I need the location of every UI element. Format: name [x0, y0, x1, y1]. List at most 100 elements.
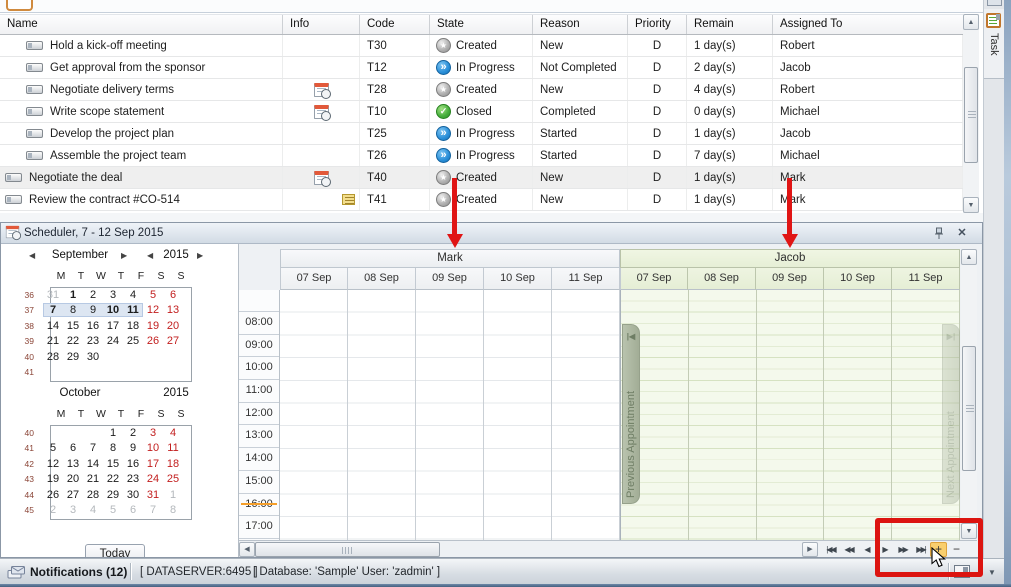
calendar-day[interactable]: 12 — [143, 303, 163, 317]
calendar-day[interactable]: 27 — [163, 334, 183, 348]
calendar-day[interactable]: 13 — [163, 303, 183, 317]
calendar-day[interactable]: 4 — [83, 503, 103, 517]
calendar-day[interactable]: 31 — [43, 288, 63, 302]
calendar-day[interactable]: 27 — [63, 488, 83, 502]
calendar-day[interactable]: 5 — [43, 441, 63, 455]
calendar-day[interactable]: 25 — [123, 334, 143, 348]
resource-name[interactable]: Mark — [280, 249, 620, 268]
calendar-day[interactable]: 25 — [163, 472, 183, 486]
calendar-day[interactable]: 8 — [103, 441, 123, 455]
day-header[interactable]: 11 Sep — [552, 268, 620, 290]
calendar-day[interactable]: 28 — [43, 350, 63, 364]
day-column[interactable] — [484, 290, 552, 540]
day-column[interactable] — [824, 290, 892, 540]
calendar-day[interactable]: 8 — [163, 503, 183, 517]
day-column[interactable] — [416, 290, 484, 540]
previous-appointment-bar[interactable]: |◀ Previous Appointment — [622, 324, 640, 504]
scroll-down-button[interactable]: ▼ — [963, 197, 979, 213]
column-header-code[interactable]: Code — [360, 15, 430, 34]
prev-year-icon[interactable]: ◀ — [147, 251, 153, 260]
day-column[interactable] — [552, 290, 620, 540]
calendar-day[interactable]: 17 — [143, 457, 163, 471]
calendar-day[interactable]: 19 — [143, 319, 163, 333]
calendar-day[interactable]: 1 — [103, 426, 123, 440]
close-icon[interactable]: ✕ — [954, 225, 970, 241]
next-year-icon[interactable]: ▶ — [197, 251, 203, 260]
calendar-day[interactable]: 2 — [83, 288, 103, 302]
task-list-icon[interactable] — [6, 0, 33, 11]
calendar-day[interactable]: 2 — [123, 426, 143, 440]
calendar-day[interactable]: 22 — [103, 472, 123, 486]
day-header[interactable]: 09 Sep — [416, 268, 484, 290]
calendar-day[interactable]: 3 — [63, 503, 83, 517]
calendar-day[interactable]: 24 — [103, 334, 123, 348]
column-header-reason[interactable]: Reason — [533, 15, 628, 34]
notifications-label[interactable]: Notifications (12) — [30, 565, 127, 579]
calendar-day[interactable]: 15 — [63, 319, 83, 333]
calendar-day[interactable]: 16 — [83, 319, 103, 333]
table-row[interactable]: Assemble the project team T26 In Progres… — [0, 145, 963, 167]
day-column[interactable] — [280, 290, 348, 540]
calendar-day[interactable]: 23 — [83, 334, 103, 348]
calendar-day[interactable]: 26 — [143, 334, 163, 348]
day-header[interactable]: 08 Sep — [348, 268, 416, 290]
day-header[interactable]: 07 Sep — [280, 268, 348, 290]
next-appointment-bar[interactable]: ▶| Next Appointment — [942, 324, 960, 504]
day-header[interactable]: 10 Sep — [824, 268, 892, 290]
calendar-day[interactable]: 29 — [103, 488, 123, 502]
calendar-day[interactable]: 17 — [103, 319, 123, 333]
calendar-day[interactable]: 13 — [63, 457, 83, 471]
table-row[interactable]: Hold a kick-off meeting T30 Created New … — [0, 35, 963, 57]
day-header[interactable]: 08 Sep — [688, 268, 756, 290]
day-header[interactable]: 07 Sep — [620, 268, 688, 290]
table-row[interactable]: Review the contract #CO-514 T41 Created … — [0, 189, 963, 211]
calendar-day[interactable]: 21 — [83, 472, 103, 486]
calendar-day[interactable]: 2 — [43, 503, 63, 517]
nav-first-button[interactable]: |◀◀ — [822, 542, 839, 557]
calendar-day[interactable]: 30 — [123, 488, 143, 502]
column-header-name[interactable]: Name — [0, 15, 283, 34]
column-header-info[interactable]: Info — [283, 15, 360, 34]
calendar-day[interactable]: 1 — [163, 488, 183, 502]
calendar-day[interactable]: 4 — [123, 288, 143, 302]
scroll-up-button[interactable]: ▲ — [963, 14, 979, 30]
column-header-priority[interactable]: Priority — [628, 15, 687, 34]
statusbar-dropdown-icon[interactable]: ▼ — [988, 568, 996, 577]
calendar-day[interactable]: 6 — [123, 503, 143, 517]
scrollbar-thumb[interactable] — [962, 346, 976, 471]
nav-prev-fast-button[interactable]: ◀◀ — [840, 542, 857, 557]
calendar-day[interactable]: 20 — [63, 472, 83, 486]
calendar-day[interactable]: 14 — [43, 319, 63, 333]
calendar-day[interactable]: 3 — [143, 426, 163, 440]
pin-button[interactable] — [931, 226, 946, 241]
calendar-day[interactable]: 3 — [103, 288, 123, 302]
calendar-day[interactable]: 9 — [83, 303, 103, 317]
calendar-day[interactable]: 11 — [123, 303, 143, 317]
calendar-day[interactable]: 21 — [43, 334, 63, 348]
tab-task[interactable]: Task — [984, 9, 1005, 79]
scrollbar-thumb[interactable] — [255, 542, 440, 557]
day-header[interactable]: 11 Sep — [892, 268, 960, 290]
day-header[interactable]: 09 Sep — [756, 268, 824, 290]
column-header-state[interactable]: State — [430, 15, 533, 34]
nav-prev-button[interactable]: ◀ — [858, 542, 875, 557]
calendar-day[interactable]: 30 — [83, 350, 103, 364]
scheduler-vertical-scrollbar[interactable]: ▲ ▼ — [961, 249, 977, 539]
calendar-day[interactable]: 23 — [123, 472, 143, 486]
calendar-day[interactable]: 12 — [43, 457, 63, 471]
calendar-day[interactable]: 7 — [143, 503, 163, 517]
table-vertical-scrollbar[interactable]: ▲ ▼ — [963, 14, 979, 213]
calendar-day[interactable]: 5 — [103, 503, 123, 517]
calendar-day[interactable]: 6 — [63, 441, 83, 455]
calendar-day[interactable]: 26 — [43, 488, 63, 502]
calendar-day[interactable]: 10 — [143, 441, 163, 455]
calendar-day[interactable]: 10 — [103, 303, 123, 317]
calendar-day[interactable]: 5 — [143, 288, 163, 302]
day-column[interactable] — [348, 290, 416, 540]
table-row[interactable]: Get approval from the sponsor T12 In Pro… — [0, 57, 963, 79]
resource-name[interactable]: Jacob — [620, 249, 960, 268]
calendar-day[interactable]: 22 — [63, 334, 83, 348]
prev-month-icon[interactable]: ◀ — [29, 251, 35, 260]
day-column[interactable] — [757, 290, 825, 540]
today-button[interactable]: Today — [85, 544, 145, 558]
